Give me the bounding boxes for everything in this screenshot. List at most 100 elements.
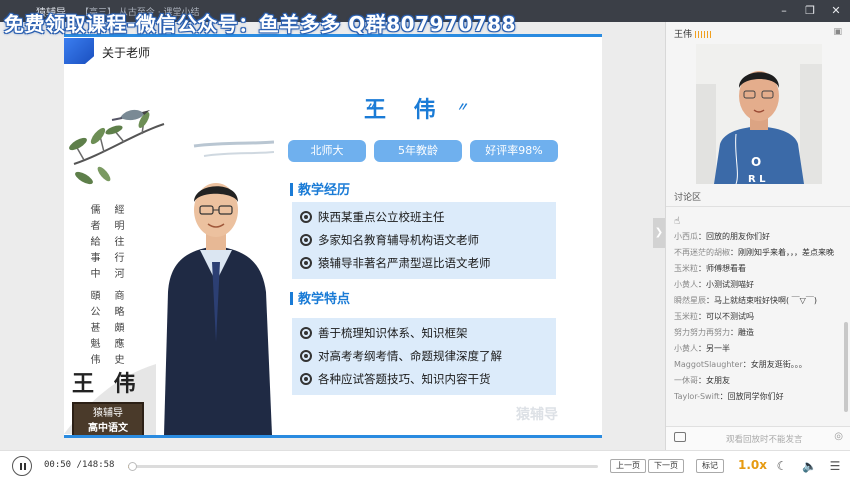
slide-heading: 关于老师 [102,46,151,60]
chat-message: 努力努力再努力：雕造 [674,328,754,337]
list-item: 陕西某重点公立校班主任 [300,206,548,229]
chat-user: 瞬然星辰 [674,296,706,305]
list-item-text: 善于梳理知识体系、知识框架 [318,326,468,340]
minimize-button[interactable]: – [776,3,792,19]
chat-message: 不再迷茫的胡椒：刚刚知乎来着，，，差点来晚 [674,248,834,257]
section-bar-icon [290,292,293,305]
pause-button[interactable] [12,456,32,476]
chat-user: MaggotSlaughter [674,360,743,369]
chat-scrollbar[interactable] [844,322,848,412]
poem-column-2: 經明往行河 [112,204,123,284]
list-item-text: 多家知名教育辅导机构语文老师 [318,233,479,247]
poem-column-4: 商略頗應史 [112,290,123,370]
slide-bottom-line [64,435,602,438]
chat-user: 玉米粒 [674,264,698,273]
restore-button[interactable]: ❐ [802,3,818,19]
chat-user: 小西瓜 [674,232,698,241]
teacher-label-text: 王伟 [674,30,693,40]
side-panel: 王伟 ▣ O R L 讨论区 ☝ 小西瓜：回放的朋友你们好 不再迷茫的胡椒：刚刚… [665,22,850,450]
list-item: 善于梳理知识体系、知识框架 [300,322,548,345]
section-features-list: 善于梳理知识体系、知识框架 对高考考纲考情、命题规律深度了解 各种应试答题技巧、… [292,318,556,395]
svg-text:O: O [751,155,761,169]
seal-line-2: 高中语文 [88,423,128,434]
list-item: 对高考考纲考情、命题规律深度了解 [300,345,548,368]
chat-text: 另一半 [706,344,730,353]
section-experience-label: 教学经历 [298,183,351,198]
bullet-icon [300,234,312,246]
list-item: 多家知名教育辅导机构语文老师 [300,229,548,252]
chat-message: 小黄人：小测试测喵好 [674,280,754,289]
svg-text:R L: R L [748,174,766,184]
volume-icon[interactable]: 🔈 [802,459,817,473]
chat-message: 小黄人：另一半 [674,344,730,353]
section-features-label: 教学特点 [298,292,351,307]
chat-text: 师傅想看看 [706,264,746,273]
current-time: 00:50 [44,460,72,470]
slide-stage: 关于老师 儒者給事中 經明往行河 頤公甚魁伟 商略頗應史 王 伟 猿辅导 高中语… [0,22,665,450]
progress-knob[interactable] [128,462,137,471]
volume-level-icon [695,31,714,38]
chat-user: 一休哥 [674,376,698,385]
progress-track[interactable] [128,462,598,471]
chat-input[interactable]: 观看回放时不能发言 [726,433,803,445]
list-item-text: 猿辅导非著名严肃型逗比语文老师 [318,256,491,270]
chat-message: 玉米粒：师傅想看看 [674,264,746,273]
list-item-text: 陕西某重点公立校班主任 [318,210,445,224]
camera-off-icon[interactable]: ▣ [833,27,842,37]
image-icon[interactable] [674,432,686,442]
slide: 关于老师 儒者給事中 經明往行河 頤公甚魁伟 商略頗應史 王 伟 猿辅导 高中语… [64,34,602,438]
close-button[interactable]: ✕ [828,3,844,19]
time-display: 00:50 /148:58 [44,460,115,470]
chat-list: ☝ 小西瓜：回放的朋友你们好 不再迷茫的胡椒：刚刚知乎来着，，，差点来晚 玉米粒… [674,216,846,424]
chat-message: 玉米粒：可以不测试吗 [674,312,754,321]
chat-user: 努力努力再努力 [674,328,730,337]
chat-message: 瞬然星辰：马上就结束啦好快啊( ￣▽￣) [674,296,817,305]
chat-user: 小黄人 [674,280,698,289]
chat-input-bar: 观看回放时不能发言 ◎ [666,426,850,450]
total-time: 148:58 [81,460,115,470]
menu-icon[interactable]: ☰ [828,459,842,473]
hand-icon: ☝ [674,216,681,227]
section-experience-list: 陕西某重点公立校班主任 多家知名教育辅导机构语文老师 猿辅导非著名严肃型逗比语文… [292,202,556,279]
chat-user: Taylor-Swift [674,392,720,401]
chat-user: 不再迷茫的胡椒 [674,248,730,257]
tag-university: 北师大 [288,140,366,162]
chat-text: 雕造 [738,328,754,337]
list-item-text: 各种应试答题技巧、知识内容干货 [318,372,491,386]
poem-column-1: 儒者給事中 [88,204,99,284]
bullet-icon [300,257,312,269]
prev-page-button[interactable]: 上一页 [610,459,646,473]
painting-name: 王 伟 [72,371,142,397]
chat-text: 可以不测试吗 [706,312,754,321]
discussion-label: 讨论区 [674,193,702,203]
poem-column-3: 頤公甚魁伟 [88,290,99,370]
speed-button[interactable]: 1.0x [738,458,767,472]
chat-text: 马上就结束啦好快啊( ￣▽￣) [714,296,817,305]
bullet-icon [300,327,312,339]
next-page-button[interactable]: 下一页 [648,459,684,473]
teacher-label: 王伟 [674,27,714,40]
chat-message: 一休哥：女朋友 [674,376,730,385]
section-bar-icon [290,183,293,196]
bullet-icon [300,350,312,362]
chat-text: 回放同学你们好 [727,392,784,401]
list-item: 猿辅导非著名严肃型逗比语文老师 [300,252,548,275]
tag-rating: 好评率98% [470,140,558,162]
player-bar: 00:50 /148:58 上一页 下一页 标记 1.0x ☾ 🔈 ☰ [0,450,850,480]
list-item: 各种应试答题技巧、知识内容干货 [300,368,548,391]
bullet-icon [300,373,312,385]
brand-watermark: 猿辅导 [516,407,558,423]
collapse-panel-button[interactable]: ❯ [653,218,665,248]
section-features-title: 教学特点 [290,288,350,307]
section-experience-title: 教学经历 [290,179,350,198]
mark-button[interactable]: 标记 [696,459,724,473]
chat-user: 小黄人 [674,344,698,353]
list-item-text: 对高考考纲考情、命题规律深度了解 [318,349,502,363]
tag-experience: 5年教龄 [374,140,462,162]
hide-chat-icon[interactable]: ◎ [834,431,843,442]
teacher-name: 王 伟 [364,98,446,123]
night-mode-icon[interactable]: ☾ [775,459,789,473]
chat-message: MaggotSlaughter：女朋友逛街。。。 [674,360,807,369]
chat-message: Taylor-Swift：回放同学你们好 [674,392,784,401]
teacher-video: O R L [696,44,822,184]
